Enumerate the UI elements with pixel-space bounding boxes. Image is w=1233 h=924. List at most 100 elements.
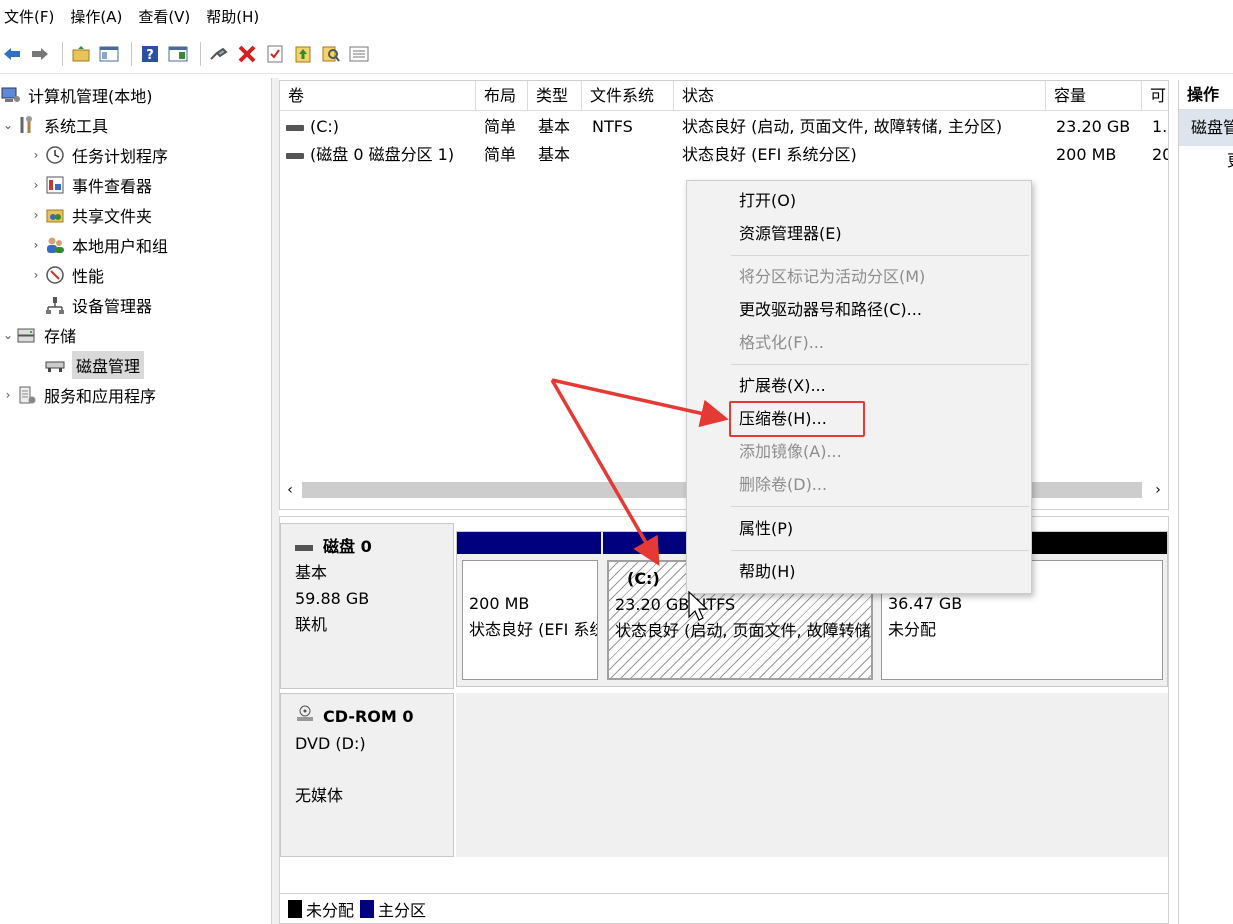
export-icon[interactable] xyxy=(291,42,315,66)
cell-filesystem: NTFS xyxy=(592,117,633,136)
tree-item-services[interactable]: › 服务和应用程序 xyxy=(0,380,156,410)
volume-list-header: 卷 布局 类型 文件系统 状态 容量 可 xyxy=(280,81,1168,111)
list-icon[interactable] xyxy=(347,42,371,66)
menu-item-open[interactable]: 打开(O) xyxy=(739,185,796,217)
col-type[interactable]: 类型 xyxy=(528,81,582,111)
clock-icon xyxy=(44,145,66,165)
menu-item-extend-volume[interactable]: 扩展卷(X)... xyxy=(739,370,826,402)
menu-separator xyxy=(731,506,1029,507)
tree-item-event-viewer[interactable]: › 事件查看器 xyxy=(28,170,152,200)
menu-action[interactable]: 操作(A) xyxy=(66,0,134,34)
cdrom-label[interactable]: CD-ROM 0 DVD (D:) 无媒体 xyxy=(280,693,454,857)
cell-type: 基本 xyxy=(538,145,571,164)
pane-splitter[interactable] xyxy=(271,78,279,924)
col-status[interactable]: 状态 xyxy=(674,81,1046,111)
partition-size: 200 MB xyxy=(469,594,530,613)
actions-section[interactable]: 磁盘管理 xyxy=(1179,110,1233,146)
search-icon[interactable] xyxy=(319,42,343,66)
help-icon[interactable]: ? xyxy=(138,42,162,66)
menu-separator xyxy=(731,550,1029,551)
cdrom-name: CD-ROM 0 xyxy=(323,707,414,726)
menu-file[interactable]: 文件(F) xyxy=(0,0,66,34)
cell-status: 状态良好 (EFI 系统分区) xyxy=(682,145,857,164)
performance-icon xyxy=(44,265,66,285)
forward-icon[interactable] xyxy=(28,42,52,66)
partition-status: 状态良好 (EFI 系统分区) xyxy=(469,620,597,639)
users-icon xyxy=(44,235,66,255)
storage-icon xyxy=(16,325,38,345)
actions-pane: 操作 磁盘管理 更多操作 xyxy=(1178,80,1233,924)
up-folder-icon[interactable] xyxy=(69,42,93,66)
properties-icon[interactable] xyxy=(263,42,287,66)
legend-swatch-primary xyxy=(360,899,375,918)
cdrom-area xyxy=(456,693,1168,857)
legend: 未分配 主分区 xyxy=(280,893,1168,923)
back-icon[interactable] xyxy=(0,42,24,66)
tree-item-disk-management[interactable]: 磁盘管理 xyxy=(44,350,145,380)
col-volume[interactable]: 卷 xyxy=(280,81,476,111)
menu-bar: 文件(F) 操作(A) 查看(V) 帮助(H) xyxy=(0,0,1233,34)
scroll-left-icon[interactable]: ‹ xyxy=(280,479,300,501)
col-filesystem[interactable]: 文件系统 xyxy=(582,81,674,111)
menu-item-delete-volume: 删除卷(D)... xyxy=(739,475,828,494)
partition-size: 36.47 GB xyxy=(888,594,963,613)
toolbar-separator xyxy=(62,41,63,66)
scroll-right-icon[interactable]: › xyxy=(1148,479,1168,501)
disk-management-icon xyxy=(44,355,66,375)
tree-item-system-tools[interactable]: ⌄ 系统工具 xyxy=(0,110,108,140)
event-viewer-icon xyxy=(44,175,66,195)
context-menu: 打开(O) 资源管理器(E) 将分区标记为活动分区(M) 更改驱动器号和路径(C… xyxy=(686,180,1032,594)
tree-item-task-scheduler[interactable]: › 任务计划程序 xyxy=(28,140,168,170)
tree-item-local-users[interactable]: › 本地用户和组 xyxy=(28,230,168,260)
computer-management-icon xyxy=(0,85,22,105)
cell-capacity: 200 MB xyxy=(1056,145,1117,164)
menu-item-explorer[interactable]: 资源管理器(E) xyxy=(739,218,842,250)
chevron-down-icon[interactable]: ⌄ xyxy=(0,118,16,132)
chevron-right-icon[interactable]: › xyxy=(0,388,16,402)
menu-item-properties[interactable]: 属性(P) xyxy=(739,513,793,545)
chevron-right-icon[interactable]: › xyxy=(28,268,44,282)
chevron-down-icon[interactable]: ⌄ xyxy=(0,328,16,342)
menu-item-help[interactable]: 帮助(H) xyxy=(739,556,796,588)
services-icon xyxy=(16,385,38,405)
tree-item-shared-folders[interactable]: › 共享文件夹 xyxy=(28,200,152,230)
tree-item-root[interactable]: 计算机管理(本地) xyxy=(0,80,153,110)
menu-view[interactable]: 查看(V) xyxy=(134,0,202,34)
tree-item-storage[interactable]: ⌄ 存储 xyxy=(0,320,76,350)
menu-separator xyxy=(731,364,1029,365)
tree-item-device-manager[interactable]: 设备管理器 xyxy=(44,290,152,320)
delete-icon[interactable] xyxy=(235,42,259,66)
toolbar-separator xyxy=(200,41,201,66)
menu-item-format: 格式化(F)... xyxy=(739,333,824,352)
col-capacity[interactable]: 容量 xyxy=(1046,81,1142,111)
table-row[interactable]: (C:) 简单 基本 NTFS 状态良好 (启动, 页面文件, 故障转储, 主分… xyxy=(280,113,1168,141)
chevron-right-icon[interactable]: › xyxy=(28,208,44,222)
chevron-right-icon[interactable]: › xyxy=(28,148,44,162)
partition-status: 状态良好 (启动, 页面文件, 故障转储, 主分区) xyxy=(615,621,873,640)
actions-more[interactable]: 更多操作 xyxy=(1179,146,1233,176)
col-layout[interactable]: 布局 xyxy=(476,81,528,111)
chevron-right-icon[interactable]: › xyxy=(28,178,44,192)
legend-primary: 主分区 xyxy=(378,900,427,920)
disk0-label[interactable]: 磁盘 0 基本 59.88 GB 联机 xyxy=(280,523,454,689)
table-row[interactable]: (磁盘 0 磁盘分区 1) 简单 基本 状态良好 (EFI 系统分区) 200 … xyxy=(280,141,1168,169)
col-free[interactable]: 可 xyxy=(1142,81,1168,111)
menu-help[interactable]: 帮助(H) xyxy=(202,0,271,34)
show-hide-icon[interactable] xyxy=(166,42,190,66)
cell-volume: (C:) xyxy=(310,117,340,136)
console-tree-icon[interactable] xyxy=(97,42,121,66)
chevron-right-icon[interactable]: › xyxy=(28,238,44,252)
connect-icon[interactable] xyxy=(207,42,231,66)
partition-efi[interactable]: 200 MB 状态良好 (EFI 系统分区) xyxy=(462,560,598,680)
menu-item-change-drive-letter[interactable]: 更改驱动器号和路径(C)... xyxy=(739,294,922,326)
disk0-name: 磁盘 0 xyxy=(323,537,372,556)
cell-status: 状态良好 (启动, 页面文件, 故障转储, 主分区) xyxy=(682,117,1003,136)
cdrom-status: 无媒体 xyxy=(295,785,344,805)
shared-folder-icon xyxy=(44,205,66,225)
tree-item-performance[interactable]: › 性能 xyxy=(28,260,104,290)
menu-item-add-mirror: 添加镜像(A)... xyxy=(739,442,842,461)
toolbar-separator xyxy=(131,41,132,66)
toolbar: ? xyxy=(0,34,1233,74)
cell-capacity: 23.20 GB xyxy=(1056,117,1131,136)
legend-swatch-unallocated xyxy=(288,899,302,918)
